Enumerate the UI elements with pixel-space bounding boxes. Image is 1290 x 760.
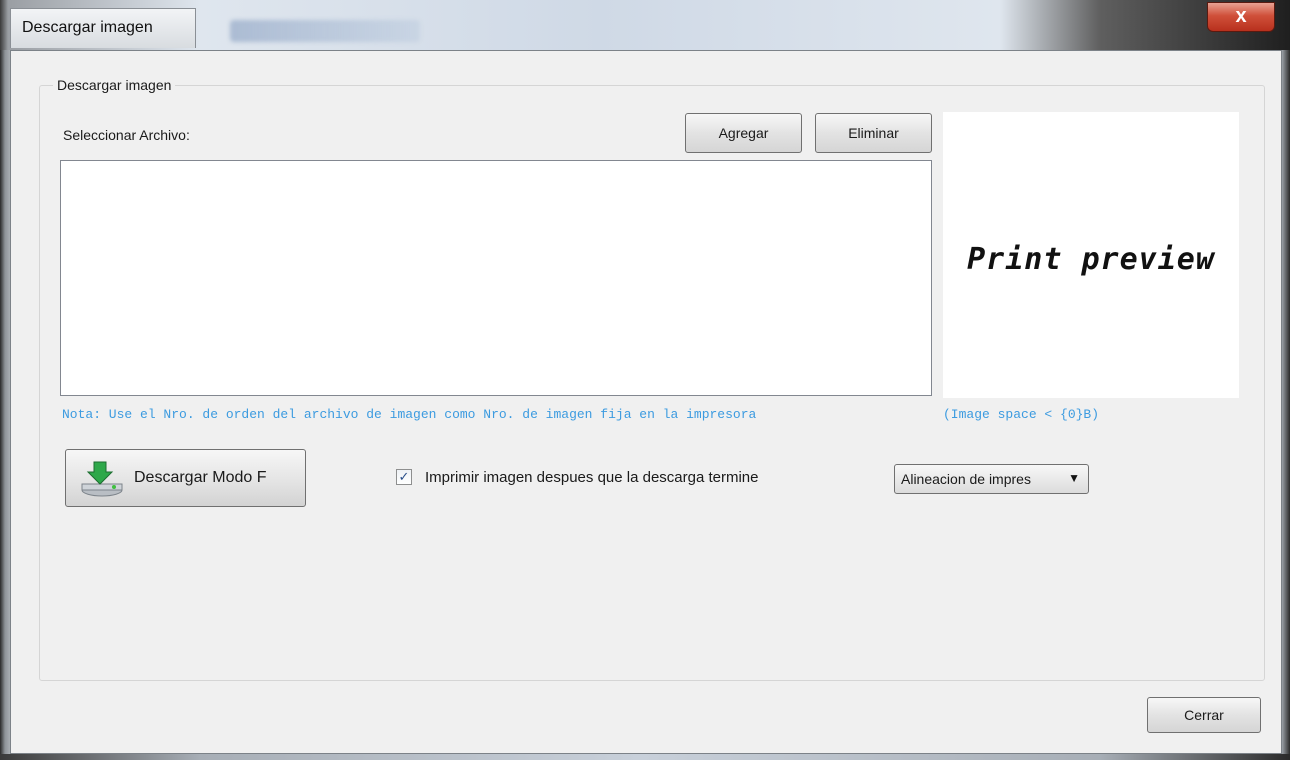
download-button-label: Descargar Modo F: [134, 469, 267, 486]
blurred-tab: [230, 20, 420, 42]
image-space-text: (Image space < {0}B): [943, 407, 1100, 422]
window-frame-right: [1282, 50, 1290, 760]
alignment-select[interactable]: Alineacion de impres ▼: [894, 464, 1089, 494]
file-listbox[interactable]: [60, 160, 932, 396]
alignment-selected-value: Alineacion de impres: [901, 471, 1031, 487]
window-title: Descargar imagen: [22, 19, 153, 36]
download-drive-icon: [80, 460, 124, 498]
window-close-button[interactable]: x: [1207, 2, 1275, 32]
select-file-label: Seleccionar Archivo:: [63, 127, 190, 143]
close-button[interactable]: Cerrar: [1147, 697, 1261, 733]
print-after-download-checkbox[interactable]: ✓: [396, 469, 412, 485]
print-preview-panel: Print preview: [943, 112, 1239, 398]
print-preview-text: Print preview: [967, 242, 1215, 277]
note-text: Nota: Use el Nro. de orden del archivo d…: [62, 407, 757, 422]
download-mode-f-button[interactable]: Descargar Modo F: [65, 449, 306, 507]
dialog-client-area: Descargar imagen Seleccionar Archivo: Ag…: [10, 50, 1282, 754]
groupbox-legend: Descargar imagen: [53, 77, 176, 93]
dropdown-arrow-icon: ▼: [1068, 471, 1080, 485]
title-bar: Descargar imagen x: [0, 0, 1290, 50]
window-frame-left: [0, 50, 10, 760]
window-frame-bottom: [0, 754, 1290, 760]
print-after-download-label: Imprimir imagen despues que la descarga …: [425, 469, 759, 486]
add-button[interactable]: Agregar: [685, 113, 802, 153]
remove-button[interactable]: Eliminar: [815, 113, 932, 153]
